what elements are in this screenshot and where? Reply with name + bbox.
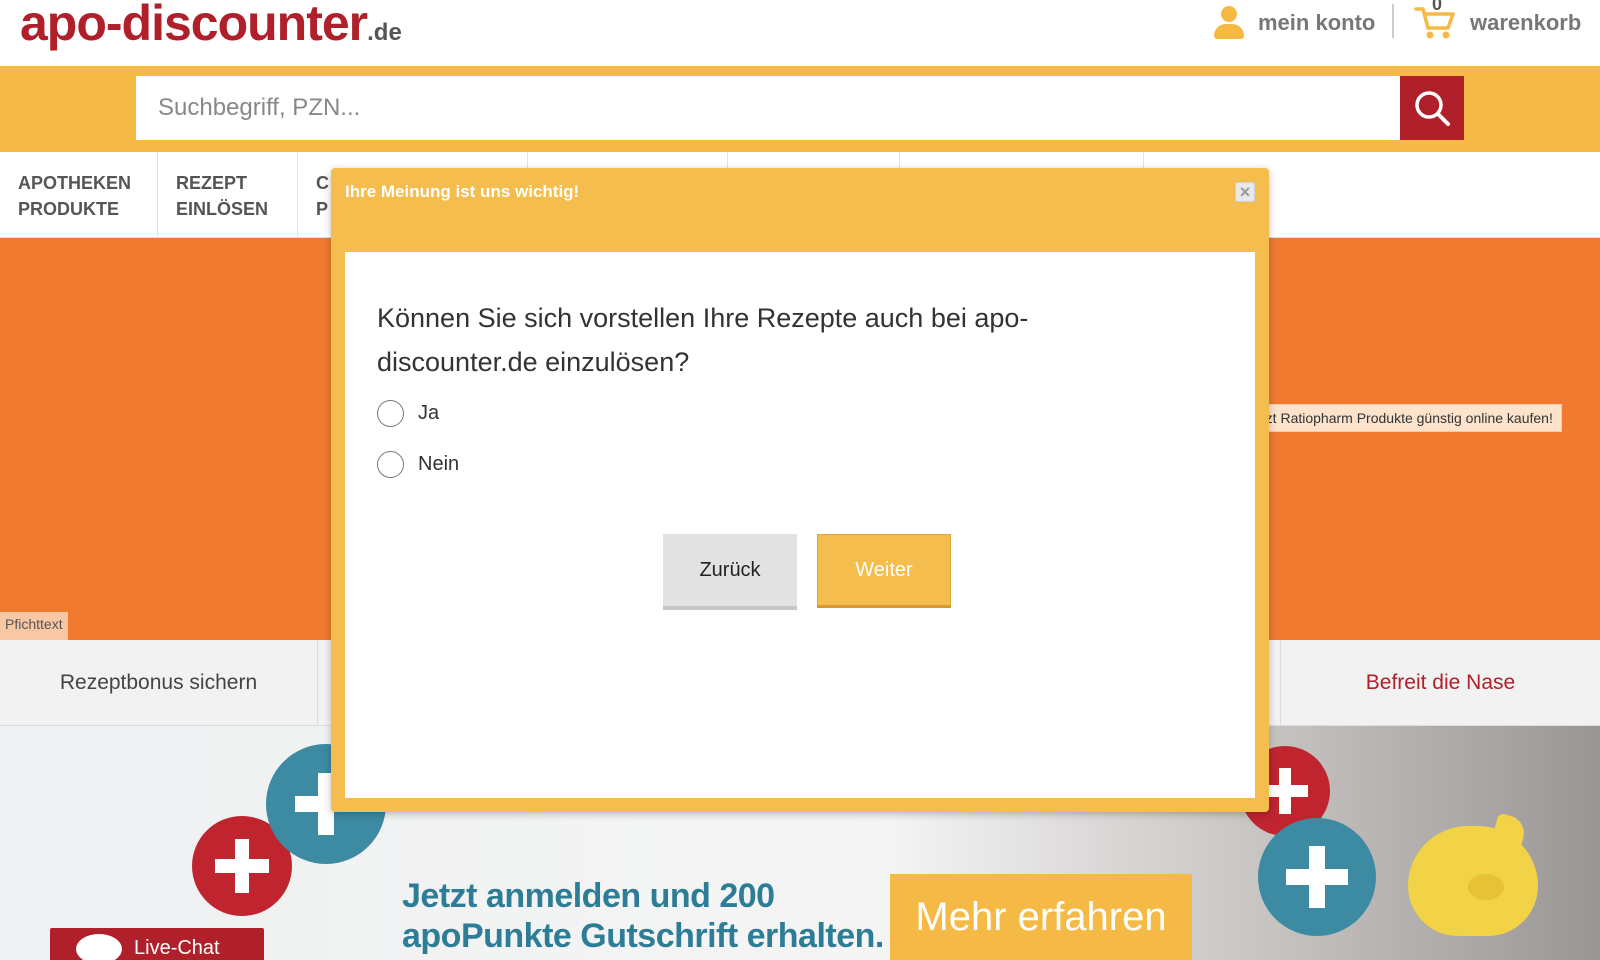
- modal-title: Ihre Meinung ist uns wichtig!: [345, 182, 580, 201]
- nav-item-line: REZEPT: [176, 173, 248, 193]
- promo-line: apoPunkte Gutschrift erhalten.: [402, 917, 884, 955]
- nav-item-line: EINLÖSEN: [176, 199, 269, 219]
- plus-icon: [1258, 818, 1376, 936]
- tab-rezeptbonus[interactable]: Rezeptbonus sichern: [0, 640, 318, 726]
- header-divider: [1392, 4, 1394, 38]
- site-logo[interactable]: apo-discounter.de: [20, 0, 402, 52]
- ratiopharm-tooltip: Jetzt Ratiopharm Produkte günstig online…: [1238, 404, 1562, 432]
- next-button[interactable]: Weiter: [817, 534, 951, 608]
- search-icon: [1415, 91, 1450, 126]
- search-button[interactable]: [1400, 76, 1464, 140]
- live-chat-label: Live-Chat: [134, 936, 220, 959]
- cart-label: warenkorb: [1470, 10, 1582, 35]
- tab-befreit-die-nase[interactable]: Befreit die Nase: [1280, 640, 1600, 726]
- radio-ja[interactable]: [377, 400, 404, 427]
- survey-modal: Ihre Meinung ist uns wichtig! × Können S…: [331, 168, 1269, 812]
- survey-question: Können Sie sich vorstellen Ihre Rezepte …: [377, 303, 1029, 377]
- site-header: apo-discounter.de mein konto 0 warenkorb: [0, 0, 1600, 66]
- cart-icon: [1414, 6, 1456, 40]
- account-label: mein konto: [1258, 10, 1376, 35]
- nav-item-apotheken-produkte[interactable]: APOTHEKEN PRODUKTE: [0, 152, 158, 238]
- option-ja[interactable]: Ja: [377, 400, 439, 427]
- cart-link[interactable]: warenkorb: [1414, 6, 1581, 40]
- pflichttext-label[interactable]: Pfichttext: [0, 612, 68, 640]
- logo-main-text: apo-discounter: [20, 0, 368, 51]
- mehr-erfahren-button[interactable]: Mehr erfahren: [890, 874, 1192, 960]
- modal-body: Können Sie sich vorstellen Ihre Rezepte …: [345, 252, 1255, 798]
- account-link[interactable]: mein konto: [1212, 6, 1375, 40]
- option-label: Nein: [418, 453, 460, 475]
- live-chat-button[interactable]: Live-Chat: [50, 928, 264, 960]
- option-label: Ja: [418, 402, 440, 424]
- logo-tld-text: .de: [367, 19, 402, 46]
- radio-nein[interactable]: [377, 451, 404, 478]
- piggy-bank-image: [1408, 812, 1538, 936]
- option-nein[interactable]: Nein: [377, 451, 459, 478]
- search-bar: [0, 66, 1600, 152]
- close-icon[interactable]: ×: [1235, 182, 1255, 202]
- chat-bubble-icon: [76, 934, 122, 960]
- promo-text: Jetzt anmelden und 200 apoPunkte Gutschr…: [402, 876, 884, 956]
- back-button[interactable]: Zurück: [663, 534, 797, 610]
- nav-item-rezept-einloesen[interactable]: REZEPT EINLÖSEN: [158, 152, 298, 238]
- user-icon: [1212, 6, 1246, 40]
- search-input[interactable]: [136, 76, 1400, 140]
- promo-line: Jetzt anmelden und 200: [402, 877, 775, 915]
- nav-item-line: PRODUKTE: [18, 199, 120, 219]
- nav-item-line: APOTHEKEN: [18, 173, 132, 193]
